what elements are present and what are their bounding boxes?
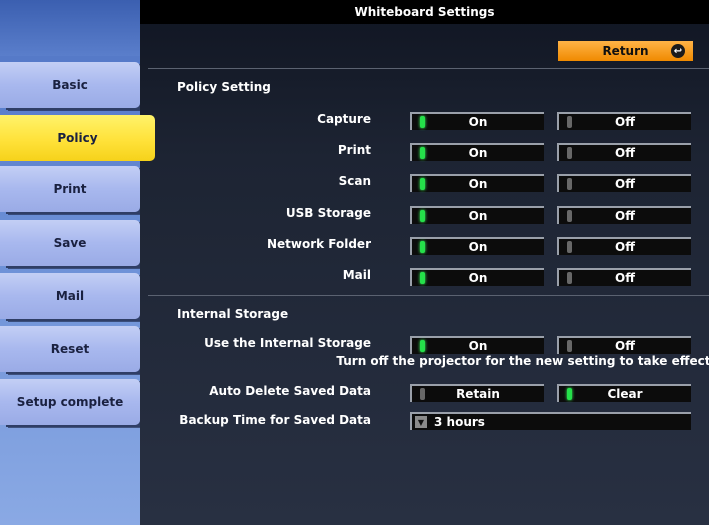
network-folder-label: Network Folder bbox=[266, 237, 371, 251]
auto-delete-retain-option[interactable]: Retain bbox=[410, 384, 544, 402]
option-label: Off bbox=[615, 339, 635, 353]
option-label: Off bbox=[615, 115, 635, 129]
return-icon: ↩ bbox=[671, 44, 685, 58]
sidebar-item-setup-complete[interactable]: Setup complete bbox=[0, 379, 140, 425]
usb-storage-on-option[interactable]: On bbox=[410, 206, 544, 224]
sidebar-item-basic[interactable]: Basic bbox=[0, 62, 140, 108]
sidebar-item-label: Setup complete bbox=[16, 395, 124, 409]
indicator-on-icon bbox=[420, 241, 425, 253]
sidebar-item-label: Save bbox=[53, 236, 87, 250]
indicator-on-icon bbox=[420, 210, 425, 222]
indicator-on-icon bbox=[567, 388, 572, 400]
sidebar-item-reset[interactable]: Reset bbox=[0, 326, 140, 372]
divider bbox=[148, 295, 709, 296]
use-internal-storage-label: Use the Internal Storage bbox=[204, 336, 371, 350]
sidebar-header bbox=[0, 0, 152, 56]
scan-off-option[interactable]: Off bbox=[557, 174, 691, 192]
indicator-off-icon bbox=[420, 388, 425, 400]
indicator-off-icon bbox=[567, 272, 572, 284]
indicator-off-icon bbox=[567, 210, 572, 222]
option-label: On bbox=[468, 271, 488, 285]
option-label: Off bbox=[615, 146, 635, 160]
sidebar-item-mail[interactable]: Mail bbox=[0, 273, 140, 319]
option-label: Off bbox=[615, 240, 635, 254]
chevron-down-icon: ▼ bbox=[415, 416, 427, 428]
storage-section-title: Internal Storage bbox=[177, 307, 289, 321]
usb-storage-label: USB Storage bbox=[285, 206, 371, 220]
usb-storage-off-option[interactable]: Off bbox=[557, 206, 691, 224]
settings-panel: Whiteboard Settings Return ↩ Policy Sett… bbox=[140, 0, 709, 525]
sidebar-item-print[interactable]: Print bbox=[0, 166, 140, 212]
window-title: Whiteboard Settings bbox=[140, 0, 709, 24]
mail-on-option[interactable]: On bbox=[410, 268, 544, 286]
divider bbox=[148, 68, 709, 69]
sidebar-item-label: Mail bbox=[55, 289, 85, 303]
print-label: Print bbox=[337, 143, 371, 157]
option-label: Off bbox=[615, 271, 635, 285]
option-label: Clear bbox=[607, 387, 643, 401]
option-label: Off bbox=[615, 177, 635, 191]
restart-notice: Turn off the projector for the new setti… bbox=[336, 354, 709, 368]
scan-label: Scan bbox=[338, 174, 371, 188]
sidebar-item-label: Reset bbox=[50, 342, 90, 356]
indicator-on-icon bbox=[420, 178, 425, 190]
whiteboard-settings-screen: Basic Policy Print Save Mail Reset Setup… bbox=[0, 0, 709, 525]
option-label: Retain bbox=[456, 387, 500, 401]
indicator-off-icon bbox=[567, 241, 572, 253]
indicator-on-icon bbox=[420, 340, 425, 352]
capture-off-option[interactable]: Off bbox=[557, 112, 691, 130]
option-label: On bbox=[468, 115, 488, 129]
scan-on-option[interactable]: On bbox=[410, 174, 544, 192]
return-button[interactable]: Return ↩ bbox=[558, 41, 693, 61]
capture-label: Capture bbox=[317, 112, 371, 126]
mail-label: Mail bbox=[342, 268, 371, 282]
network-folder-off-option[interactable]: Off bbox=[557, 237, 691, 255]
capture-on-option[interactable]: On bbox=[410, 112, 544, 130]
print-off-option[interactable]: Off bbox=[557, 143, 691, 161]
backup-time-value: 3 hours bbox=[434, 415, 485, 429]
sidebar-item-label: Basic bbox=[52, 78, 88, 92]
use-internal-storage-on-option[interactable]: On bbox=[410, 336, 544, 354]
sidebar-item-policy[interactable]: Policy bbox=[0, 115, 155, 161]
mail-off-option[interactable]: Off bbox=[557, 268, 691, 286]
sidebar: Basic Policy Print Save Mail Reset Setup… bbox=[0, 0, 155, 525]
indicator-on-icon bbox=[420, 147, 425, 159]
sidebar-item-save[interactable]: Save bbox=[0, 220, 140, 266]
option-label: On bbox=[468, 339, 488, 353]
sidebar-item-label: Policy bbox=[57, 131, 98, 145]
print-on-option[interactable]: On bbox=[410, 143, 544, 161]
backup-time-select[interactable]: ▼ 3 hours bbox=[410, 412, 691, 430]
sidebar-item-label: Print bbox=[53, 182, 87, 196]
option-label: On bbox=[468, 240, 488, 254]
use-internal-storage-off-option[interactable]: Off bbox=[557, 336, 691, 354]
auto-delete-label: Auto Delete Saved Data bbox=[209, 384, 371, 398]
option-label: On bbox=[468, 209, 488, 223]
auto-delete-clear-option[interactable]: Clear bbox=[557, 384, 691, 402]
option-label: Off bbox=[615, 209, 635, 223]
option-label: On bbox=[468, 177, 488, 191]
indicator-off-icon bbox=[567, 340, 572, 352]
option-label: On bbox=[468, 146, 488, 160]
network-folder-on-option[interactable]: On bbox=[410, 237, 544, 255]
indicator-off-icon bbox=[567, 147, 572, 159]
return-button-label: Return bbox=[602, 44, 649, 58]
backup-time-label: Backup Time for Saved Data bbox=[179, 413, 371, 427]
indicator-on-icon bbox=[420, 272, 425, 284]
policy-section-title: Policy Setting bbox=[177, 80, 271, 94]
indicator-off-icon bbox=[567, 116, 572, 128]
indicator-on-icon bbox=[420, 116, 425, 128]
indicator-off-icon bbox=[567, 178, 572, 190]
